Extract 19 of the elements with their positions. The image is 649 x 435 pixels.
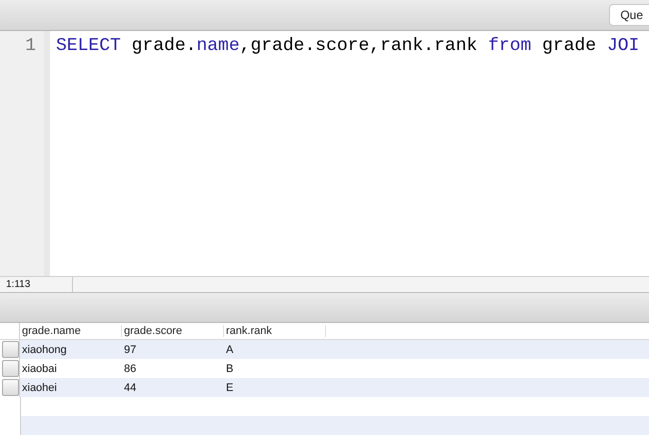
table-cell-text: B bbox=[225, 362, 234, 374]
row-header[interactable] bbox=[2, 379, 19, 396]
column-header[interactable]: grade.score bbox=[122, 325, 224, 337]
code-line: SELECT grade.name,grade.score,rank.rank from grade JOI bbox=[56, 35, 640, 58]
column-header[interactable]: rank.rank bbox=[224, 325, 326, 337]
table-cell-text: 97 bbox=[123, 344, 138, 356]
row-header[interactable] bbox=[2, 341, 19, 358]
table-cell-text: xiaohei bbox=[21, 382, 58, 394]
table-cell-text: E bbox=[225, 382, 234, 394]
table-cell-text: xiaohong bbox=[21, 344, 68, 356]
table-cell-text: xiaobai bbox=[21, 362, 58, 374]
query-button[interactable]: Que bbox=[609, 4, 649, 26]
table-cell-text: A bbox=[225, 344, 234, 356]
column-header[interactable]: grade.name bbox=[20, 325, 122, 337]
row-header[interactable] bbox=[2, 360, 19, 377]
cursor-position: 1:113 bbox=[0, 276, 73, 292]
line-number: 1 bbox=[25, 36, 36, 56]
table-cell-text: 44 bbox=[123, 382, 138, 394]
table-cell-text: 86 bbox=[123, 362, 138, 374]
